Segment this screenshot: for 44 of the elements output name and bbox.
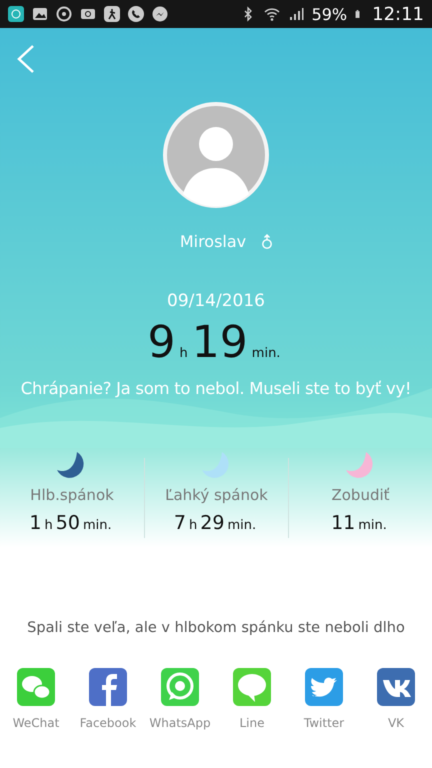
sleep-date: 09/14/2016 xyxy=(167,291,265,311)
wifi-icon xyxy=(264,6,280,22)
share-button[interactable]: VK xyxy=(360,668,432,730)
stage-hours: 1 xyxy=(29,512,42,534)
phone-icon xyxy=(128,6,144,22)
signal-icon xyxy=(288,6,304,22)
stage-minutes: 50 xyxy=(56,512,80,534)
gallery-icon xyxy=(32,6,48,22)
back-icon[interactable] xyxy=(16,44,36,74)
share-button[interactable]: WhatsApp xyxy=(144,668,216,730)
user-name: Miroslav xyxy=(180,232,246,251)
minutes-unit: min. xyxy=(252,346,280,361)
share-button[interactable]: Facebook xyxy=(72,668,144,730)
whatsapp-icon xyxy=(161,668,199,706)
minutes-unit: min. xyxy=(227,518,256,533)
hours-unit: h xyxy=(189,518,198,533)
minutes-unit: min. xyxy=(82,518,112,533)
stage-minutes: 29 xyxy=(200,512,224,534)
stage-label: Zobudiť xyxy=(331,486,390,504)
stage-hours: 7 xyxy=(174,512,186,534)
total-minutes: 19 xyxy=(192,321,248,365)
walking-icon xyxy=(104,6,120,22)
share-button[interactable]: Line xyxy=(216,668,288,730)
share-button[interactable]: WeChat xyxy=(0,668,72,730)
wechat-icon xyxy=(17,668,55,706)
app-icon xyxy=(8,6,24,22)
sleep-advice: Spali ste veľa, ale v hlbokom spánku ste neboli dlho xyxy=(26,620,406,636)
minutes-unit: min. xyxy=(358,518,387,533)
hours-unit: h xyxy=(180,346,188,361)
messenger-icon xyxy=(152,6,168,22)
share-button[interactable]: Twitter xyxy=(288,668,360,730)
battery-percent: 59% xyxy=(312,4,348,24)
stage-minutes: 11 xyxy=(331,512,356,534)
hours-unit: h xyxy=(44,518,53,533)
total-hours: 9 xyxy=(148,321,176,365)
timer-icon xyxy=(56,6,72,22)
stage-label: Hlb.spánok xyxy=(30,486,114,504)
snoring-message: Chrápanie? Ja som to nebol. Museli ste to byť vy! xyxy=(20,379,412,398)
clock: 12:11 xyxy=(372,4,424,24)
stage-label: Ľahký spánok xyxy=(165,486,268,504)
email-icon xyxy=(80,6,96,22)
facebook-icon xyxy=(89,668,127,706)
vk-icon xyxy=(377,668,415,706)
twitter-icon xyxy=(305,668,343,706)
